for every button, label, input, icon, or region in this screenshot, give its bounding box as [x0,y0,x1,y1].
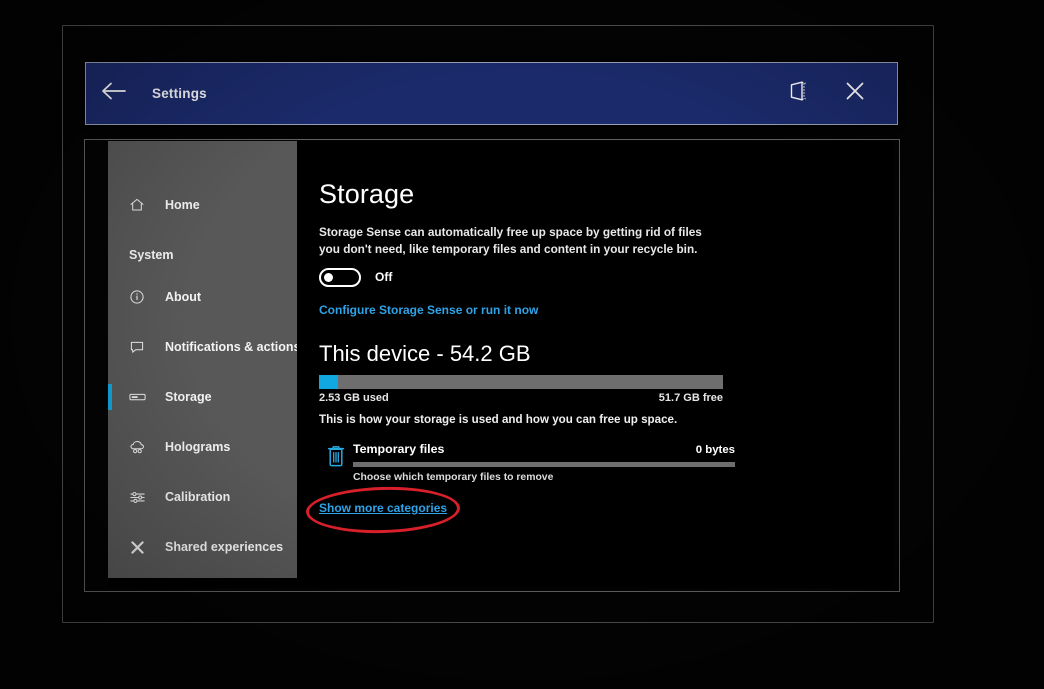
show-more-row: Show more categories [305,484,519,535]
move-window-icon [787,79,811,108]
sidebar-item-label: About [165,290,202,304]
sidebar-item-label: Home [165,198,200,212]
storage-sense-description: Storage Sense can automatically free up … [319,225,702,256]
sidebar-item-label: Shared experiences [165,540,284,554]
info-icon [129,289,151,305]
sidebar-item-calibration[interactable]: Calibration [108,482,297,512]
home-icon [129,197,151,213]
storage-category-bar [353,461,735,467]
storage-category-row[interactable]: Temporary files 0 bytes Choose which tem… [319,442,894,483]
sidebar-item-label: Notifications & actions [165,340,301,354]
sidebar-item-label: Calibration [165,490,231,504]
storage-category-name: Temporary files [353,441,445,456]
scene-backdrop: Settings Home System About Notifications… [0,0,1044,689]
toggle-knob [324,272,333,282]
sidebar-item-storage[interactable]: Storage [108,382,297,412]
sidebar-item-shared-experiences[interactable]: Shared experiences [108,532,297,562]
sidebar-item-label: Storage [165,390,212,404]
sidebar-item-holograms[interactable]: Holograms [108,432,297,462]
sidebar: Home System About Notifications & action… [108,141,301,578]
close-icon [843,79,867,108]
storage-sense-toggle-row: Off [319,267,894,287]
back-arrow-icon [101,81,127,106]
sidebar-item-label: Holograms [165,440,231,454]
page-title: Storage [319,179,415,209]
storage-category-size: 0 bytes [695,443,735,456]
holograms-icon [129,439,151,456]
sidebar-group-label: System [129,248,174,262]
move-window-button[interactable] [771,63,827,124]
storage-icon [129,390,151,404]
storage-free-label: 51.7 GB free [658,391,723,404]
sidebar-item-colors[interactable]: Colors [108,582,297,588]
storage-usage-bar-fill [319,374,338,389]
storage-category-header: Temporary files 0 bytes [353,442,735,456]
storage-usage-bar [319,374,723,389]
storage-sense-toggle[interactable] [319,267,361,287]
content-pane: Storage Storage Sense can automatically … [297,141,894,588]
window-title: Settings [152,86,207,101]
sidebar-item-home[interactable]: Home [108,190,297,220]
notification-icon [129,339,151,355]
storage-sense-toggle-state: Off [375,270,393,284]
storage-bar-legend: 2.53 GB used 51.7 GB free [319,392,723,404]
trash-bin-icon [319,442,353,483]
show-more-categories-link[interactable]: Show more categories [319,501,447,515]
sidebar-item-about[interactable]: About [108,282,297,312]
sidebar-item-notifications-actions[interactable]: Notifications & actions [108,332,301,362]
close-button[interactable] [827,63,883,124]
calibration-icon [129,489,151,506]
back-button[interactable] [86,63,142,124]
storage-hint: This is how your storage is used and how… [319,412,678,426]
device-section-title: This device - 54.2 GB [319,340,531,366]
title-bar: Settings [85,62,898,125]
storage-category-body: Temporary files 0 bytes Choose which tem… [353,442,735,483]
configure-storage-sense-link[interactable]: Configure Storage Sense or run it now [319,303,538,317]
storage-category-subtitle: Choose which temporary files to remove [353,471,554,483]
shared-experiences-icon [129,539,151,556]
settings-window: Home System About Notifications & action… [108,141,894,588]
storage-used-label: 2.53 GB used [319,391,389,404]
